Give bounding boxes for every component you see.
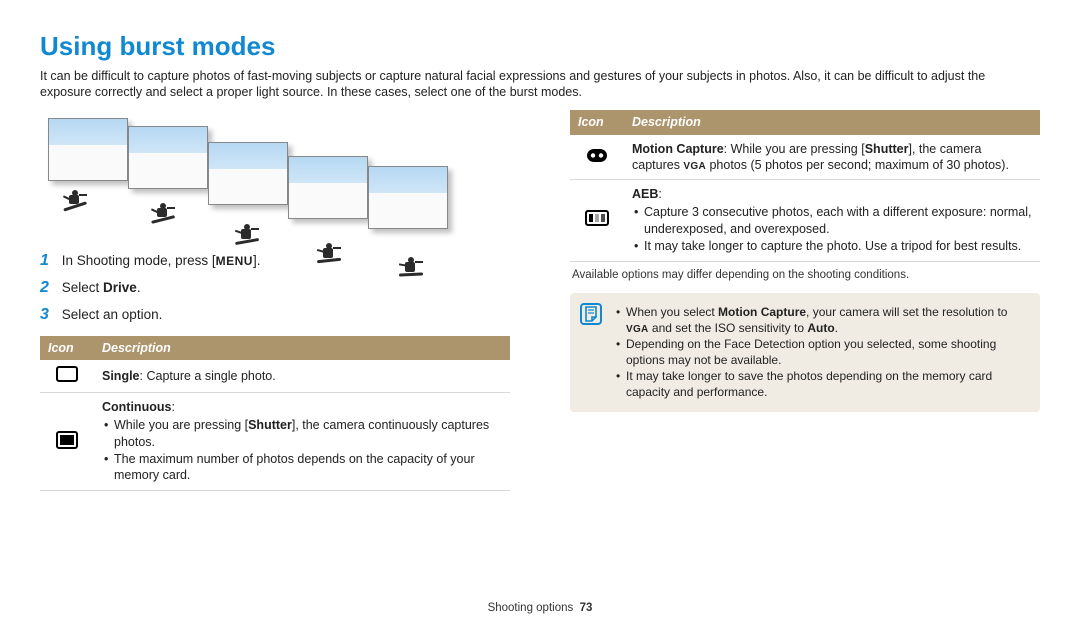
note-bullet-3: It may take longer to save the photos de… (614, 369, 1028, 400)
burst-thumbnails (40, 118, 510, 233)
note-icon (580, 303, 602, 325)
step3-text: Select an option. (62, 307, 163, 322)
row-motion-capture: Motion Capture: While you are pressing [… (570, 135, 1040, 180)
motion-capture-icon (585, 146, 609, 168)
step1-text-a: In Shooting mode, press [ (62, 253, 216, 268)
left-table: Icon Description Single: Capture a singl… (40, 336, 510, 492)
single-icon (56, 366, 78, 386)
mc-t1: : While you are pressing [ (724, 142, 865, 156)
step2-text-a: Select (62, 280, 103, 295)
mc-vga: VGA (683, 161, 706, 172)
cont-bold: Continuous (102, 400, 171, 414)
th-desc: Description (94, 336, 510, 360)
cont-colon: : (171, 400, 174, 414)
row-single: Single: Capture a single photo. (40, 360, 510, 393)
aeb-icon (585, 209, 609, 231)
mc-t2: photos (5 photos per second; maximum of … (706, 158, 1009, 172)
step-3: 3 Select an option. (40, 305, 510, 326)
cont-bullet-2: The maximum number of photos depends on … (102, 451, 502, 484)
page-title: Using burst modes (40, 30, 1040, 64)
page-footer: Shooting options 73 (0, 601, 1080, 616)
step2-text-c: . (137, 280, 141, 295)
thumbnail-1 (48, 118, 128, 181)
note-box: When you select Motion Capture, your cam… (570, 293, 1040, 412)
step2-bold: Drive (103, 280, 137, 295)
intro-text: It can be difficult to capture photos of… (40, 68, 1040, 101)
continuous-icon (56, 431, 78, 453)
aeb-bullet-1: Capture 3 consecutive photos, each with … (632, 204, 1032, 237)
thumbnail-3 (208, 142, 288, 205)
thumbnail-4 (288, 156, 368, 219)
aeb-bold: AEB (632, 187, 658, 201)
row-continuous: Continuous: While you are pressing [Shut… (40, 393, 510, 491)
single-text: : Capture a single photo. (140, 369, 276, 383)
thumbnail-2 (128, 126, 208, 189)
aeb-bullet-2: It may take longer to capture the photo.… (632, 238, 1032, 254)
right-table: Icon Description Motion Capture: While y… (570, 110, 1040, 262)
footer-section: Shooting options (488, 602, 574, 614)
two-column-layout: 1 In Shooting mode, press [MENU]. 2 Sele… (40, 110, 1040, 491)
single-bold: Single (102, 369, 140, 383)
left-column: 1 In Shooting mode, press [MENU]. 2 Sele… (40, 110, 510, 491)
note-caption: Available options may differ depending o… (572, 268, 1038, 283)
aeb-colon: : (658, 187, 661, 201)
th-desc-r: Description (624, 110, 1040, 134)
right-column: Icon Description Motion Capture: While y… (570, 110, 1040, 491)
th-icon: Icon (40, 336, 94, 360)
note-bullet-2: Depending on the Face Detection option y… (614, 337, 1028, 368)
thumbnail-5 (368, 166, 448, 229)
mc-bold: Motion Capture (632, 142, 724, 156)
mc-shutter: Shutter (865, 142, 909, 156)
cont-bullet-1: While you are pressing [Shutter], the ca… (102, 417, 502, 450)
row-aeb: AEB: Capture 3 consecutive photos, each … (570, 180, 1040, 262)
th-icon-r: Icon (570, 110, 624, 134)
footer-page: 73 (580, 602, 593, 614)
note-bullet-1: When you select Motion Capture, your cam… (614, 305, 1028, 336)
